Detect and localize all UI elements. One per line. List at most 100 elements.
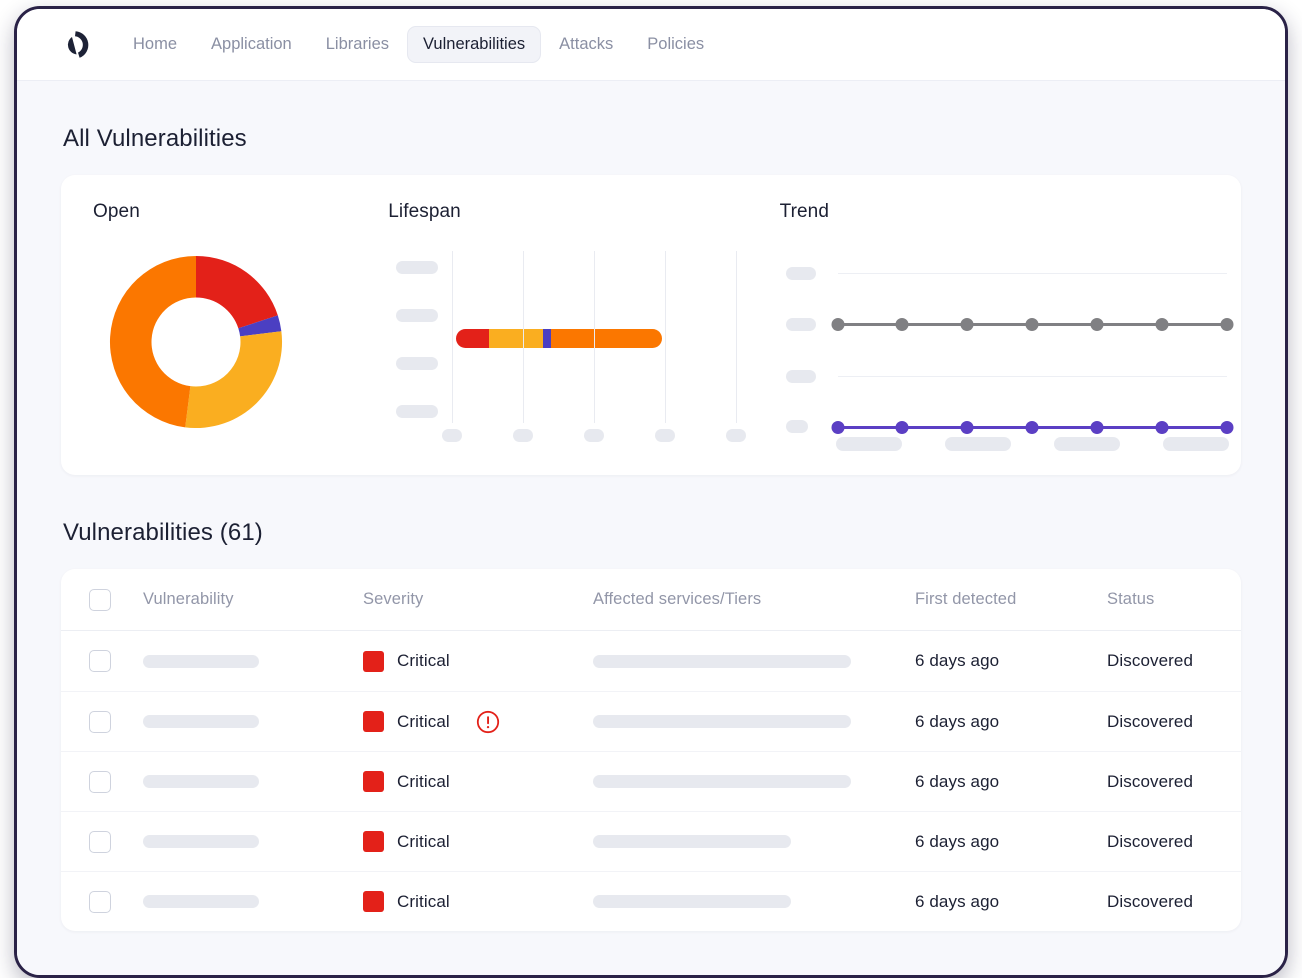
trend-point-series-purple-0[interactable]	[831, 421, 845, 434]
vulnerability-cell	[143, 715, 363, 728]
trend-x-label-1	[944, 437, 1011, 451]
trend-point-series-purple-2[interactable]	[960, 421, 974, 434]
row-checkbox[interactable]	[89, 710, 111, 733]
trend-point-series-purple-6[interactable]	[1220, 421, 1234, 434]
trend-point-series-gray-4[interactable]	[1090, 318, 1104, 331]
select-all-cell	[89, 588, 143, 611]
select-all-checkbox[interactable]	[89, 588, 111, 611]
status-cell: Discovered	[1107, 831, 1194, 851]
lifespan-gridline-0	[452, 251, 454, 423]
chart-open-title: Open	[93, 201, 140, 222]
trend-point-series-purple-5[interactable]	[1155, 421, 1169, 434]
table-row[interactable]: Critical 6 days ago Discovered	[61, 811, 1241, 871]
affected-services-cell	[593, 775, 915, 788]
trend-point-series-gray-1[interactable]	[895, 318, 909, 331]
severity-label: Critical	[397, 771, 450, 791]
table-row[interactable]: Critical 6 days ago Discovered	[61, 631, 1241, 691]
trend-x-label-3	[1162, 437, 1229, 451]
brand-logo-icon[interactable]	[57, 27, 93, 63]
lifespan-gridline-2	[593, 251, 595, 423]
column-header-vulnerability[interactable]: Vulnerability	[143, 590, 363, 609]
trend-point-series-purple-3[interactable]	[1025, 421, 1039, 434]
column-header-status[interactable]: Status	[1107, 590, 1213, 609]
lifespan-gridline-1	[523, 251, 525, 423]
vulnerability-name-placeholder	[143, 654, 259, 668]
lifespan-stacked-bar[interactable]	[456, 329, 663, 348]
nav-item-vulnerabilities[interactable]: Vulnerabilities	[407, 26, 542, 63]
severity-label: Critical	[397, 651, 450, 670]
lifespan-segment-medium[interactable]	[489, 329, 543, 348]
status-cell: Discovered	[1107, 891, 1194, 911]
column-header-first-detected[interactable]: First detected	[915, 590, 1107, 609]
donut-slice-high[interactable]	[109, 255, 196, 428]
nav-item-policies[interactable]: Policies	[631, 26, 720, 63]
trend-x-label-2	[1053, 437, 1120, 451]
main-nav: Home Application Libraries Vulnerabiliti…	[117, 26, 720, 63]
trend-y-axis-labels	[780, 247, 836, 433]
column-header-severity[interactable]: Severity	[363, 590, 593, 609]
row-select-cell	[89, 890, 143, 913]
trend-gridline-1	[837, 376, 1227, 377]
trend-point-series-gray-5[interactable]	[1155, 318, 1169, 331]
first-detected-cell: 6 days ago	[915, 831, 1000, 851]
vulnerabilities-table: Vulnerability Severity Affected services…	[61, 569, 1241, 931]
row-checkbox[interactable]	[89, 890, 111, 913]
trend-y-label-1	[785, 318, 816, 331]
status-cell: Discovered	[1107, 771, 1194, 791]
nav-item-libraries[interactable]: Libraries	[310, 26, 405, 63]
affected-services-cell	[593, 895, 915, 908]
trend-y-label-2	[785, 370, 816, 383]
trend-point-series-gray-2[interactable]	[960, 318, 974, 331]
open-donut-chart[interactable]	[93, 247, 342, 436]
severity-swatch	[363, 771, 384, 792]
lifespan-gridline-3	[664, 251, 666, 423]
lifespan-x-label-3	[654, 429, 675, 442]
lifespan-segment-high[interactable]	[550, 329, 663, 348]
lifespan-plot[interactable]	[388, 247, 746, 447]
severity-label: Critical	[397, 891, 450, 911]
donut-slice-medium[interactable]	[185, 331, 283, 429]
row-checkbox[interactable]	[89, 830, 111, 853]
trend-series-area	[831, 247, 1234, 434]
trend-y-label-3	[785, 420, 808, 433]
nav-item-home[interactable]: Home	[117, 26, 193, 63]
trend-point-series-purple-4[interactable]	[1090, 421, 1104, 434]
vulnerability-cell	[143, 654, 363, 668]
trend-point-series-purple-1[interactable]	[895, 421, 909, 434]
trend-point-series-gray-3[interactable]	[1025, 318, 1039, 331]
severity-swatch	[363, 711, 384, 732]
severity-swatch	[363, 891, 384, 912]
alert-icon[interactable]	[476, 710, 500, 734]
lifespan-segment-critical[interactable]	[456, 329, 490, 348]
vulnerability-cell	[143, 895, 363, 908]
first-detected-cell: 6 days ago	[915, 771, 1000, 791]
row-select-cell	[89, 710, 143, 733]
trend-point-series-gray-0[interactable]	[831, 318, 845, 331]
donut-slice-critical[interactable]	[196, 255, 278, 329]
lifespan-x-label-0	[442, 429, 463, 442]
chart-lifespan: Lifespan	[356, 201, 749, 447]
table-row[interactable]: Critical 6 days ago Discovered	[61, 871, 1241, 931]
vulnerability-name-placeholder	[143, 775, 259, 788]
table-row[interactable]: Critical 6 days ago Discovered	[61, 691, 1241, 751]
affected-services-cell	[593, 654, 915, 668]
lifespan-y-label-1	[396, 309, 439, 322]
affected-services-placeholder	[593, 895, 791, 908]
trend-point-series-gray-6[interactable]	[1220, 318, 1234, 331]
trend-plot[interactable]	[780, 247, 1234, 451]
severity-cell: Critical	[363, 650, 593, 672]
lifespan-x-label-1	[513, 429, 534, 442]
row-checkbox[interactable]	[89, 770, 111, 793]
column-header-affected[interactable]: Affected services/Tiers	[593, 590, 915, 609]
vulnerability-name-placeholder	[143, 715, 259, 728]
nav-item-attacks[interactable]: Attacks	[543, 26, 629, 63]
trend-x-axis-labels	[835, 437, 1229, 451]
table-header-row: Vulnerability Severity Affected services…	[61, 569, 1241, 631]
status-cell: Discovered	[1107, 651, 1194, 670]
table-row[interactable]: Critical 6 days ago Discovered	[61, 751, 1241, 811]
affected-services-placeholder	[593, 835, 791, 848]
lifespan-segment-note[interactable]	[542, 329, 551, 348]
lifespan-x-label-4	[725, 429, 746, 442]
row-checkbox[interactable]	[89, 650, 111, 672]
nav-item-application[interactable]: Application	[195, 26, 308, 63]
